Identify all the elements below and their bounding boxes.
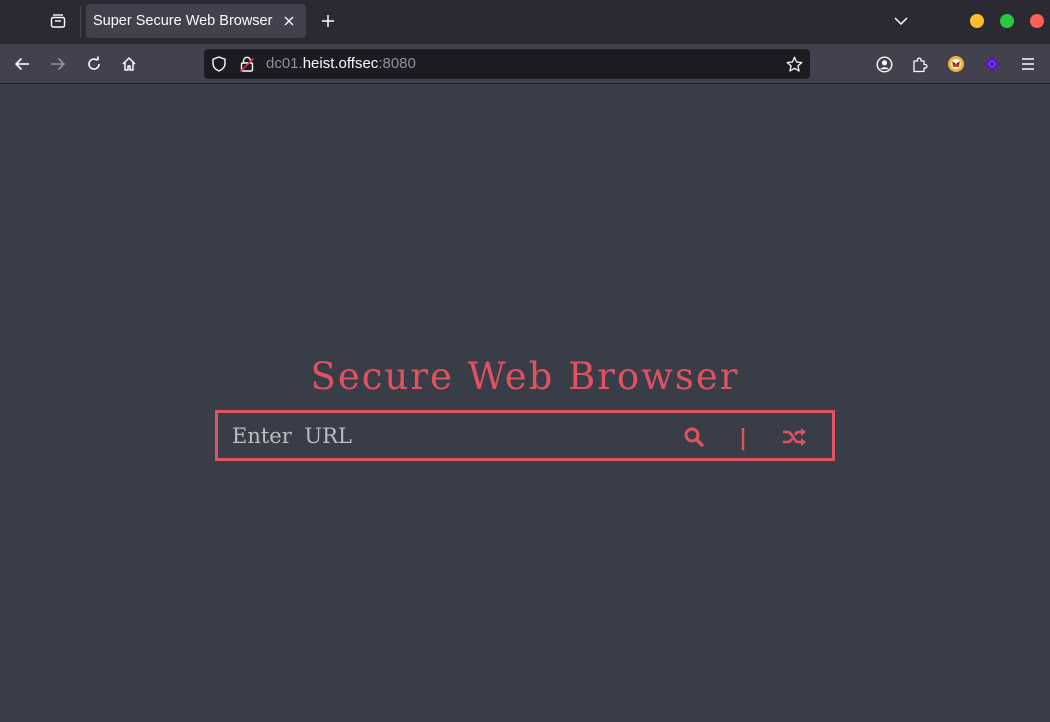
minimize-button[interactable]	[970, 14, 984, 28]
url-subdomain: dc01.	[266, 55, 303, 72]
tab-list-icon[interactable]	[44, 7, 72, 35]
shuffle-icon[interactable]	[781, 424, 807, 450]
navigation-toolbar: dc01.heist.offsec:8080	[0, 44, 1050, 84]
reload-icon[interactable]	[81, 51, 107, 77]
url-search-form: |	[215, 410, 835, 461]
close-icon[interactable]	[280, 12, 298, 30]
tab-title: Super Secure Web Browser	[93, 13, 273, 29]
extension-gem-icon[interactable]	[979, 51, 1005, 77]
star-icon[interactable]	[784, 54, 804, 74]
chevron-down-icon[interactable]	[891, 11, 911, 31]
maximize-button[interactable]	[1000, 14, 1014, 28]
tab-divider	[80, 6, 81, 38]
url-input[interactable]	[230, 419, 670, 452]
extension-fox-icon[interactable]	[943, 51, 969, 77]
plus-icon[interactable]	[317, 10, 339, 32]
url-port: :8080	[378, 55, 416, 72]
shield-icon[interactable]	[210, 55, 228, 73]
puzzle-icon[interactable]	[907, 51, 933, 77]
window-close-button[interactable]	[1030, 14, 1044, 28]
account-icon[interactable]	[871, 51, 897, 77]
page-title: Secure Web Browser	[310, 355, 740, 398]
search-icon[interactable]	[681, 424, 707, 450]
url-host: heist.offsec	[302, 55, 379, 72]
insecure-lock-icon[interactable]	[238, 55, 256, 73]
back-arrow-icon[interactable]	[9, 51, 35, 77]
button-divider: |	[738, 425, 748, 451]
tab-strip: Super Secure Web Browser	[0, 0, 1050, 44]
url-text[interactable]: dc01.heist.offsec:8080	[266, 55, 416, 72]
hamburger-menu-icon[interactable]	[1015, 51, 1041, 77]
forward-arrow-icon[interactable]	[45, 51, 71, 77]
url-bar[interactable]: dc01.heist.offsec:8080	[204, 49, 810, 79]
active-tab[interactable]: Super Secure Web Browser	[86, 4, 306, 38]
web-page: Secure Web Browser |	[0, 85, 1050, 722]
home-icon[interactable]	[116, 51, 142, 77]
